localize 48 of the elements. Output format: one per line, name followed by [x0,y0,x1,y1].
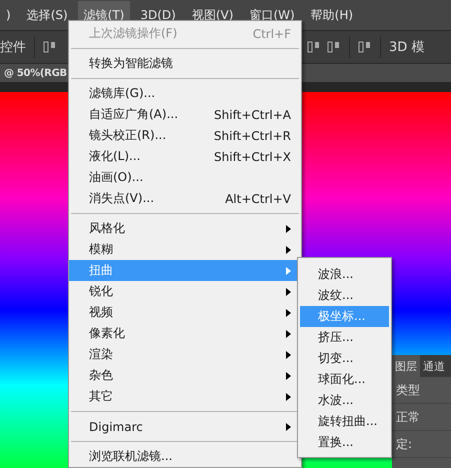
submenu-arrow-icon [286,246,291,254]
submenu-arrow-icon [286,392,291,400]
menu-item[interactable]: 置换... [300,432,389,453]
options-label: 控件 [0,39,26,56]
submenu-arrow-icon [286,308,291,316]
menu-item[interactable]: 杂色 [69,365,301,386]
menu-item[interactable]: 风格化 [69,218,301,239]
blend-mode[interactable]: 正常 [396,408,420,426]
menu-item[interactable]: 转换为智能滤镜 [69,53,301,74]
panel-tab[interactable]: 图层 [392,355,420,377]
menu-item[interactable]: 切变... [300,348,389,369]
align-icon [327,40,341,54]
menu-item[interactable]: Digimarc [69,416,301,437]
submenu-arrow-icon [286,330,291,338]
menu-item[interactable]: 浏览联机滤镜... [69,446,301,467]
options-label[interactable]: 3D 模 [389,38,424,56]
menu-item[interactable]: 旋转扭曲... [300,411,389,432]
submenu-arrow-icon [286,266,291,274]
menu-item[interactable]: 模糊 [69,239,301,260]
menu-item[interactable]: 其它 [69,386,301,407]
align-icon [358,40,372,54]
menu-item[interactable]: 球面化... [300,369,389,390]
menu-item[interactable]: 视频 [69,302,301,323]
menu-item[interactable]: 自适应广角(A)... Shift+Ctrl+A [69,104,301,125]
submenu-arrow-icon [286,372,291,380]
submenu-arrow-icon [286,224,291,232]
menu-item[interactable]: 水波... [300,390,389,411]
menu-item[interactable]: 滤镜库(G)... [69,83,301,104]
menu-item[interactable]: 波浪... [300,264,389,285]
align-icon [43,40,57,54]
document-tab[interactable]: @ 50%(RGB [4,68,67,78]
menu-item[interactable]: 镜头校正(R)... Shift+Ctrl+R [69,125,301,146]
submenu-arrow-icon [286,350,291,358]
submenu-arrow-icon [286,288,291,296]
menu-title[interactable]: 帮助(H) [304,0,360,30]
menu-item[interactable]: 波纹... [300,285,389,306]
menu-item[interactable]: 锐化 [69,281,301,302]
menu-item[interactable]: 油画(O)... [69,167,301,188]
menu-item[interactable]: 液化(L)... Shift+Ctrl+X [69,146,301,167]
layer-filter[interactable]: 类型 [396,382,420,398]
menu-item[interactable]: 挤压... [300,327,389,348]
menu-item[interactable]: 渲染 [69,344,301,365]
submenu-arrow-icon [286,422,291,430]
lock-label: 定: [396,436,412,452]
menu-title[interactable]: ) [0,2,17,28]
menu-item[interactable]: 像素化 [69,323,301,344]
align-icon [307,40,321,54]
menu-item[interactable]: 消失点(V)... Alt+Ctrl+V [69,188,301,209]
